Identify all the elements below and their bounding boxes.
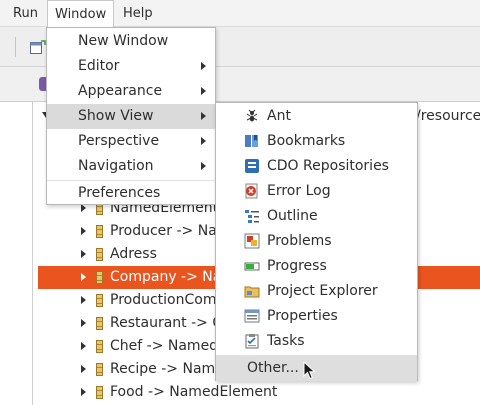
new-wizard-icon[interactable] [30,40,46,54]
view-item-ant[interactable]: Ant [216,104,417,129]
properties-icon [244,309,260,323]
left-view-header [0,67,33,102]
resource-path: /resource [416,108,480,124]
eclass-icon [96,225,103,238]
view-item-error-log[interactable]: Error Log [216,179,417,204]
tree-row-label: Adress [110,246,157,262]
eclass-icon [96,340,103,353]
menu-item-label: Show View [78,108,154,124]
progress-icon [244,262,260,271]
menu-item-label: Preferences [78,185,161,201]
menu-item-appearance[interactable]: Appearance [47,79,215,104]
view-item-label: Problems [267,233,332,249]
expand-arrow-icon[interactable] [81,296,86,304]
menu-run[interactable]: Run [6,0,45,27]
view-item-label: Tasks [267,333,305,349]
view-item-project-explorer[interactable]: Project Explorer [216,279,417,304]
eclass-icon [96,317,103,330]
window-menu: New Window Editor Appearance Show View P… [46,27,216,205]
view-item-label: Ant [267,108,291,124]
tree-row-label: Food -> NamedElement [110,384,278,400]
outline-icon [245,210,259,223]
expand-arrow-icon[interactable] [81,273,86,281]
view-item-tasks[interactable]: Tasks [216,329,417,354]
view-item-progress[interactable]: Progress [216,254,417,279]
menu-item-label: Navigation [78,158,154,174]
menu-item-preferences[interactable]: Preferences [47,181,215,206]
show-view-submenu: Ant Bookmarks CDO Repositories Error Log… [215,102,418,381]
menu-item-label: Appearance [78,83,163,99]
menu-item-label: Editor [78,58,120,74]
eclass-icon [96,271,103,284]
view-item-label: Project Explorer [267,283,378,299]
view-item-properties[interactable]: Properties [216,304,417,329]
error-log-icon [245,183,258,199]
submenu-arrow-icon [201,87,206,95]
project-explorer-icon [244,286,260,298]
view-item-label: CDO Repositories [267,158,389,174]
submenu-arrow-icon [201,137,206,145]
expand-arrow-icon[interactable] [81,342,86,350]
view-item-bookmarks[interactable]: Bookmarks [216,129,417,154]
view-item-problems[interactable]: Problems [216,229,417,254]
submenu-arrow-icon [201,62,206,70]
view-item-label: Properties [267,308,338,324]
tree-row[interactable]: Food -> NamedElement [38,381,480,404]
submenu-arrow-icon [201,162,206,170]
ant-icon [246,109,258,122]
view-item-label: Error Log [267,183,331,199]
cdo-repositories-icon [245,159,259,173]
mouse-cursor-icon [303,361,316,380]
left-view [0,67,33,405]
tasks-icon [245,334,259,349]
view-item-label: Bookmarks [267,133,346,149]
eclass-icon [96,248,103,261]
menu-window[interactable]: Window [47,0,115,28]
view-item-label: Other... [247,360,299,376]
view-item-cdo-repositories[interactable]: CDO Repositories [216,154,417,179]
menu-item-navigation[interactable]: Navigation [47,154,215,179]
expand-arrow-icon[interactable] [81,250,86,258]
view-item-outline[interactable]: Outline [216,204,417,229]
expand-arrow-icon[interactable] [81,365,86,373]
menubar: Run Window Help [0,0,480,28]
expand-arrow-icon[interactable] [81,227,86,235]
bookmarks-icon [245,135,258,147]
submenu-arrow-icon [201,112,206,120]
menu-help[interactable]: Help [116,0,160,27]
eclass-icon [96,363,103,376]
menu-item-editor[interactable]: Editor [47,54,215,79]
menu-item-perspective[interactable]: Perspective [47,129,215,154]
menu-item-label: New Window [78,33,169,49]
eclass-icon [96,386,103,399]
view-item-label: Outline [267,208,318,224]
menu-item-new-window[interactable]: New Window [47,29,215,54]
eclass-icon [96,294,103,307]
toolbar-separator [15,37,16,57]
menu-item-show-view[interactable]: Show View [47,104,215,129]
problems-icon [244,233,260,249]
expand-arrow-icon[interactable] [81,388,86,396]
view-item-label: Progress [267,258,327,274]
expand-arrow-icon[interactable] [81,319,86,327]
menu-item-label: Perspective [78,133,160,149]
